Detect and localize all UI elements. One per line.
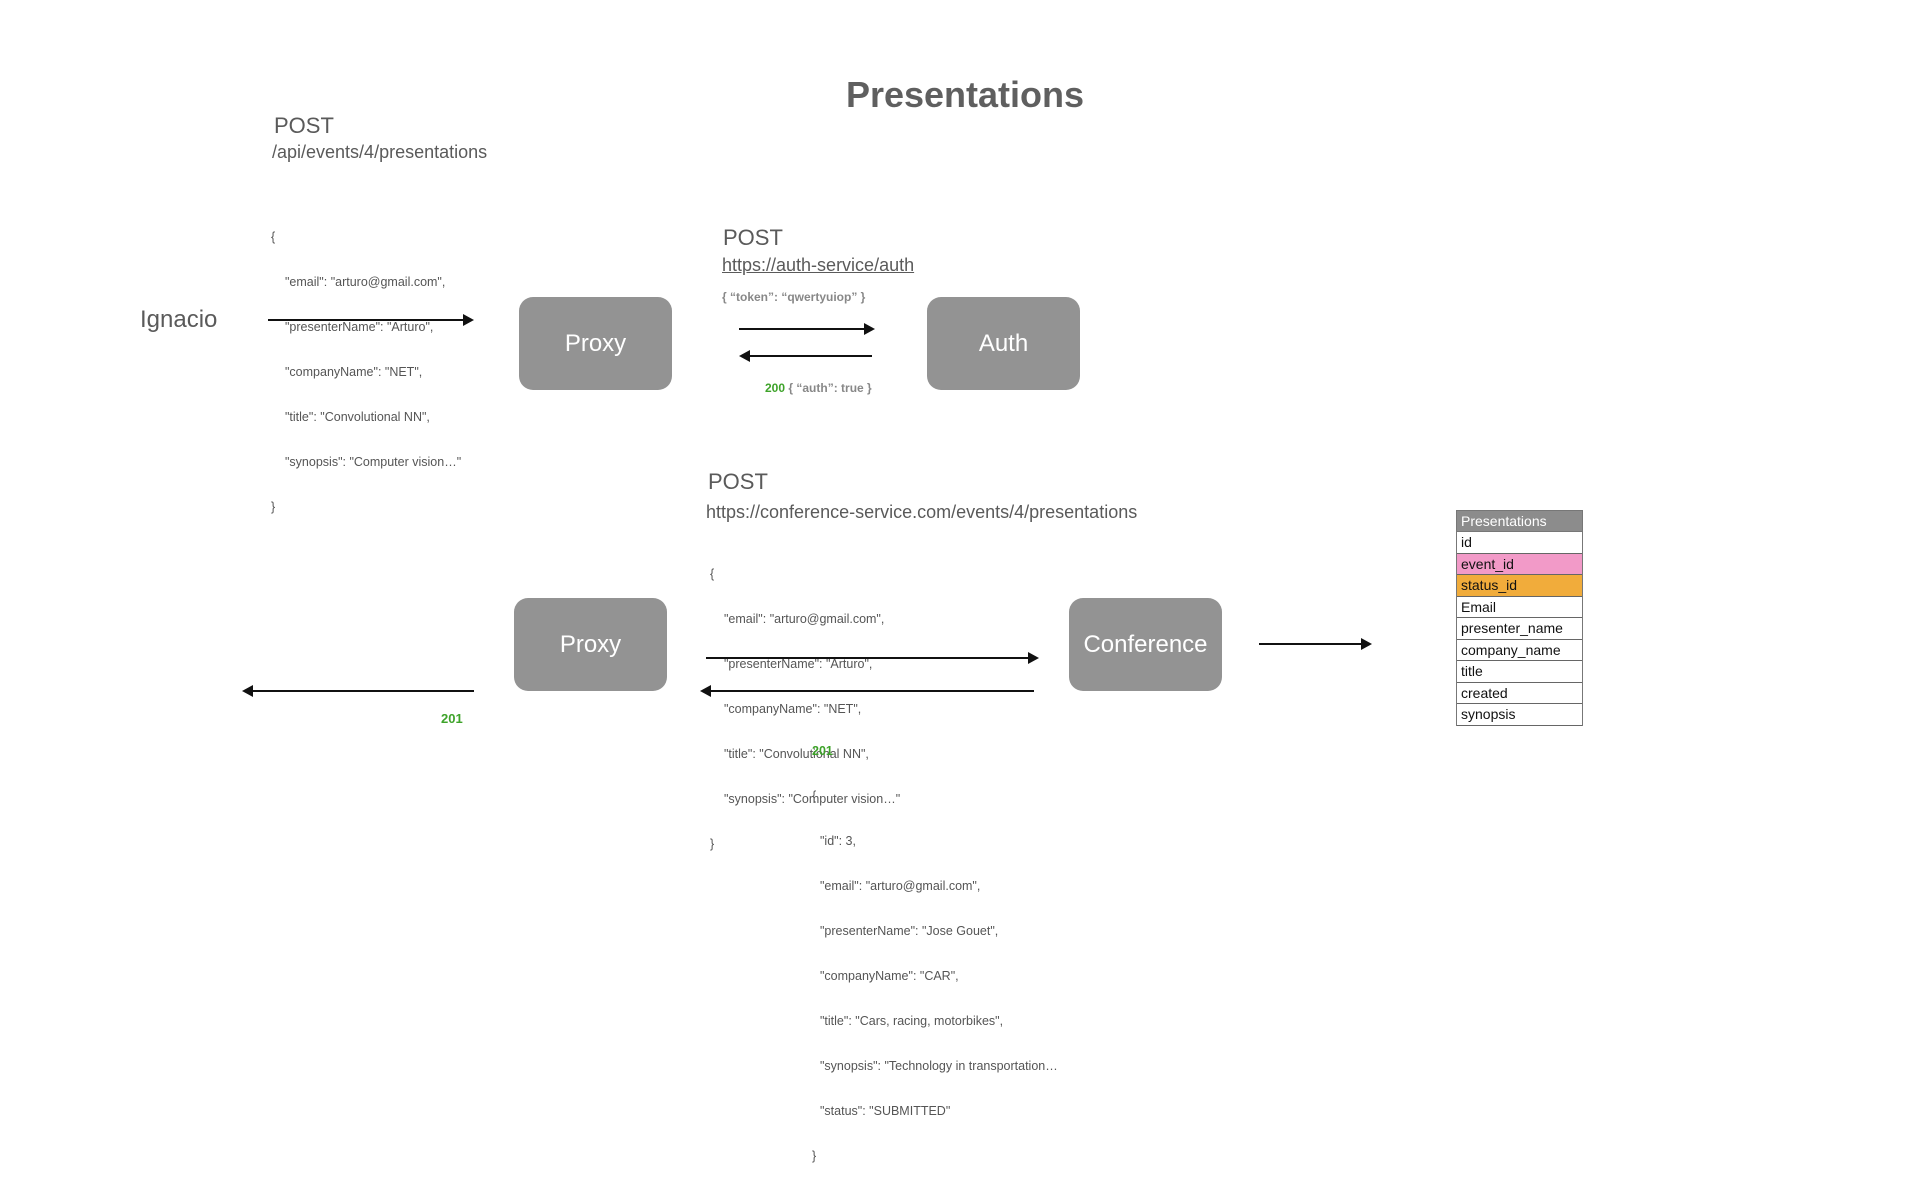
diagram-title: Presentations [845,74,1085,115]
json-line: "synopsis": "Technology in transportatio… [820,1059,1058,1073]
json-close-brace: } [812,1149,817,1163]
auth-response-body: { “auth”: true } [788,381,872,395]
db-column-id: id [1457,532,1582,554]
db-column-created: created [1457,683,1582,704]
auth-request-url[interactable]: https://auth-service/auth [722,255,914,276]
auth-response: 200 { “auth”: true } [765,381,872,395]
db-column-synopsis: synopsis [1457,704,1582,726]
json-line: "title": "Convolutional NN", [285,410,430,424]
json-line: "email": "arturo@gmail.com", [724,612,885,626]
json-line: "presenterName": "Arturo", [285,320,434,334]
auth-response-status: 200 [765,381,786,395]
json-line: "title": "Cars, racing, motorbikes", [820,1014,1004,1028]
db-table-presentations: Presentations id event_id status_id Emai… [1456,510,1583,726]
proxy-bottom-box[interactable]: Proxy [514,598,667,691]
request1-method: POST [274,113,334,138]
auth-box[interactable]: Auth [927,297,1080,390]
db-column-event-id: event_id [1457,553,1582,575]
json-line: "companyName": "NET", [285,365,423,379]
conference-box[interactable]: Conference [1069,598,1222,691]
auth-request-payload: { “token”: “qwertyuiop” } [722,290,866,304]
json-open-brace: { [710,567,715,581]
json-open-brace: { [812,789,817,803]
db-column-status-id: status_id [1457,575,1582,597]
db-table-header: Presentations [1457,511,1582,532]
conference-response-status: 201 [812,744,833,758]
proxy-top-box[interactable]: Proxy [519,297,672,390]
arrow-proxy-to-auth [739,323,875,335]
json-line: "email": "arturo@gmail.com", [285,275,446,289]
json-close-brace: } [271,500,276,514]
json-line: "id": 3, [820,834,856,848]
request1-url: /api/events/4/presentations [272,142,488,162]
json-line: "status": "SUBMITTED" [820,1104,951,1118]
json-line: "email": "arturo@gmail.com", [820,879,981,893]
conference-request-method: POST [708,469,768,494]
json-line: "presenterName": "Arturo", [724,657,873,671]
db-column-email: Email [1457,597,1582,618]
client-response-status: 201 [441,711,463,726]
conference-request-url: https://conference-service.com/events/4/… [706,502,1138,522]
conference-response: 201 { "id": 3, "email": "arturo@gmail.co… [812,714,1058,1179]
db-column-company-name: company_name [1457,640,1582,661]
arrow-ignacio-to-proxy [268,314,474,326]
db-column-presenter-name: presenter_name [1457,618,1582,640]
auth-request-method: POST [723,225,783,250]
actor-ignacio: Ignacio [140,306,218,333]
arrow-conference-to-proxy [700,685,1034,697]
json-line: "companyName": "CAR", [820,969,959,983]
json-open-brace: { [271,230,276,244]
arrow-conference-to-db [1259,638,1372,650]
arrow-auth-to-proxy [739,350,872,362]
arrow-proxy-to-conference [706,652,1039,664]
json-line: "presenterName": "Jose Gouet", [820,924,999,938]
arrow-proxy-to-client [242,685,474,697]
db-column-title: title [1457,661,1582,683]
request1-body: { "email": "arturo@gmail.com", "presente… [271,200,461,530]
json-line: "synopsis": "Computer vision…" [285,455,462,469]
